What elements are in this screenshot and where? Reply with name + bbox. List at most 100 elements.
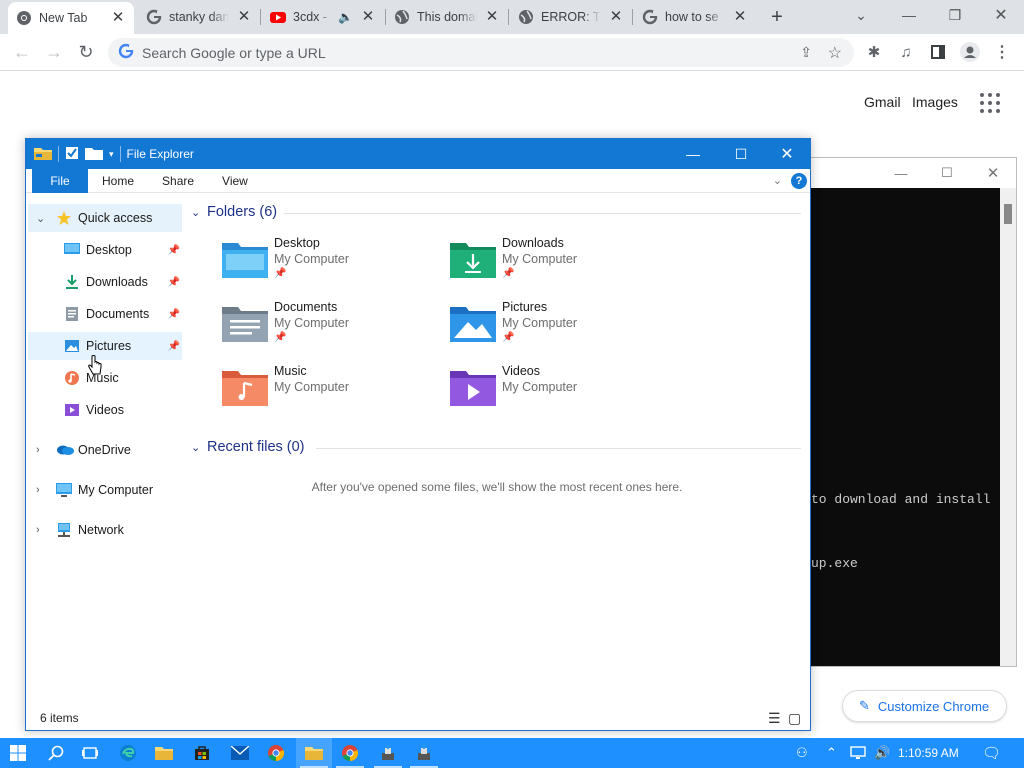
folder-tile-downloads[interactable]: Downloads My Computer 📌 bbox=[450, 236, 660, 292]
bookmark-star-icon[interactable]: ☆ bbox=[828, 43, 842, 63]
scrollbar-thumb[interactable] bbox=[1004, 204, 1012, 224]
nav-item-network[interactable]: › Network bbox=[28, 516, 182, 544]
close-tab-icon[interactable]: ✕ bbox=[236, 9, 252, 25]
minimize-button[interactable]: — bbox=[878, 166, 924, 181]
folder-tile-documents[interactable]: Documents My Computer 📌 bbox=[222, 300, 432, 356]
folder-tile-music[interactable]: Music My Computer bbox=[222, 364, 432, 420]
new-tab-button[interactable]: + bbox=[764, 5, 790, 29]
properties-icon[interactable] bbox=[65, 146, 79, 163]
nav-item-onedrive[interactable]: › OneDrive bbox=[28, 436, 182, 464]
nav-item-videos[interactable]: Videos bbox=[28, 396, 182, 424]
folder-tile-pictures[interactable]: Pictures My Computer 📌 bbox=[450, 300, 660, 356]
maximize-button[interactable]: ☐ bbox=[924, 165, 970, 181]
close-tab-icon[interactable]: ✕ bbox=[360, 9, 376, 25]
close-tab-icon[interactable]: ✕ bbox=[732, 9, 748, 25]
tab-this-domain[interactable]: This domain ✕ bbox=[386, 0, 508, 34]
nav-item-downloads[interactable]: Downloads 📌 bbox=[28, 268, 182, 296]
task-view-button[interactable] bbox=[72, 738, 108, 768]
speaker-icon[interactable]: 🔈 bbox=[338, 10, 353, 24]
volume-icon[interactable]: 🔊 bbox=[874, 738, 890, 768]
chevron-right-icon[interactable]: › bbox=[36, 484, 40, 496]
clock[interactable]: 1:10:59 AM bbox=[898, 738, 959, 768]
details-view-icon[interactable]: ☰ bbox=[768, 710, 781, 727]
omnibox[interactable]: ⇪ ☆ bbox=[108, 38, 854, 67]
minimize-button[interactable]: — bbox=[670, 139, 716, 169]
folders-group-header[interactable]: ⌄ Folders (6) bbox=[191, 204, 277, 220]
nav-item-music[interactable]: Music bbox=[28, 364, 182, 392]
maximize-button[interactable]: ☐ bbox=[718, 139, 764, 169]
taskbar-mail[interactable] bbox=[222, 738, 258, 768]
close-tab-icon[interactable]: ✕ bbox=[110, 10, 126, 26]
large-icons-view-icon[interactable]: ▢ bbox=[788, 710, 801, 727]
folder-tile-desktop[interactable]: Desktop My Computer 📌 bbox=[222, 236, 432, 292]
tab-stanky[interactable]: stanky danky ✕ bbox=[138, 0, 260, 34]
taskbar-edge[interactable] bbox=[110, 738, 146, 768]
start-button[interactable] bbox=[0, 738, 36, 768]
restore-button[interactable]: ❐ bbox=[932, 0, 978, 30]
omnibox-input[interactable] bbox=[142, 44, 742, 61]
taskbar-installer-2[interactable] bbox=[406, 738, 442, 768]
chevron-down-icon[interactable]: ⌄ bbox=[191, 206, 201, 219]
gmail-link[interactable]: Gmail bbox=[864, 94, 901, 110]
hand-cursor-icon bbox=[88, 355, 102, 377]
search-button[interactable] bbox=[38, 738, 74, 768]
media-controls-icon[interactable]: ♫ bbox=[892, 38, 920, 66]
recent-group-header[interactable]: ⌄ Recent files (0) bbox=[191, 439, 305, 455]
close-tab-icon[interactable]: ✕ bbox=[484, 9, 500, 25]
nav-item-desktop[interactable]: Desktop 📌 bbox=[28, 236, 182, 264]
taskbar-chrome-pinned[interactable] bbox=[258, 738, 294, 768]
chevron-down-icon[interactable]: ▾ bbox=[109, 149, 114, 160]
nav-item-my-computer[interactable]: › My Computer bbox=[28, 476, 182, 504]
console-scrollbar[interactable] bbox=[1000, 188, 1016, 666]
minimize-button[interactable]: — bbox=[886, 0, 932, 30]
expand-ribbon-icon[interactable]: ⌄ bbox=[773, 174, 782, 187]
tab-file[interactable]: File bbox=[32, 168, 88, 193]
extensions-icon[interactable]: ✱ bbox=[860, 38, 888, 66]
taskbar-installer-1[interactable] bbox=[370, 738, 406, 768]
nav-item-pictures[interactable]: Pictures 📌 bbox=[28, 332, 182, 360]
images-link[interactable]: Images bbox=[912, 94, 958, 110]
tab-error[interactable]: ERROR: Th ✕ bbox=[510, 0, 632, 34]
forward-button[interactable]: → bbox=[40, 38, 68, 66]
nav-quick-access[interactable]: ⌄ Quick access bbox=[28, 204, 182, 232]
back-button[interactable]: ← bbox=[8, 38, 36, 66]
close-button[interactable]: ✕ bbox=[970, 164, 1016, 182]
chevron-down-icon[interactable]: ⌄ bbox=[36, 212, 45, 225]
new-folder-icon[interactable] bbox=[85, 146, 103, 163]
tab-search-icon[interactable]: ⌄ bbox=[838, 0, 884, 30]
tab-how-to[interactable]: how to se ✕ bbox=[634, 0, 756, 34]
chevron-down-icon[interactable]: ⌄ bbox=[191, 441, 201, 454]
chevron-up-icon[interactable]: ⌃ bbox=[826, 738, 837, 768]
tab-share[interactable]: Share bbox=[148, 169, 208, 193]
close-window-button[interactable]: ✕ bbox=[978, 0, 1024, 30]
network-tray-icon[interactable] bbox=[850, 738, 866, 768]
notifications-icon[interactable]: 🗨 bbox=[982, 738, 1001, 768]
profile-avatar[interactable] bbox=[956, 38, 984, 66]
taskbar-file-explorer-active[interactable] bbox=[296, 738, 332, 768]
taskbar-chrome-active[interactable] bbox=[332, 738, 368, 768]
nav-label: Network bbox=[78, 523, 124, 537]
tab-new-tab[interactable]: New Tab ✕ bbox=[8, 2, 134, 34]
tab-3cdx[interactable]: 3cdx - 🔈 ✕ bbox=[262, 0, 384, 34]
close-tab-icon[interactable]: ✕ bbox=[608, 9, 624, 25]
share-icon[interactable]: ⇪ bbox=[800, 44, 812, 61]
chevron-right-icon[interactable]: › bbox=[36, 524, 40, 536]
close-button[interactable]: ✕ bbox=[764, 139, 810, 169]
reload-button[interactable]: ↻ bbox=[72, 38, 100, 66]
help-icon[interactable]: ? bbox=[791, 173, 807, 189]
google-apps-icon[interactable] bbox=[980, 93, 1000, 113]
side-panel-icon[interactable] bbox=[924, 38, 952, 66]
folder-tile-videos[interactable]: Videos My Computer bbox=[450, 364, 660, 420]
tab-home[interactable]: Home bbox=[88, 169, 148, 193]
folder-location: My Computer bbox=[502, 316, 578, 330]
menu-kebab-icon[interactable]: ⋮ bbox=[988, 38, 1016, 66]
customize-chrome-button[interactable]: ✎ Customize Chrome bbox=[842, 690, 1007, 722]
taskbar-store[interactable] bbox=[184, 738, 220, 768]
group-title: Folders (6) bbox=[207, 204, 278, 220]
chevron-right-icon[interactable]: › bbox=[36, 444, 40, 456]
tab-view[interactable]: View bbox=[208, 169, 262, 193]
nav-item-documents[interactable]: Documents 📌 bbox=[28, 300, 182, 328]
people-icon[interactable]: ⚇ bbox=[796, 738, 808, 768]
taskbar-file-explorer-pinned[interactable] bbox=[146, 738, 182, 768]
title-bar[interactable]: ▾ File Explorer — ☐ ✕ bbox=[26, 139, 810, 169]
